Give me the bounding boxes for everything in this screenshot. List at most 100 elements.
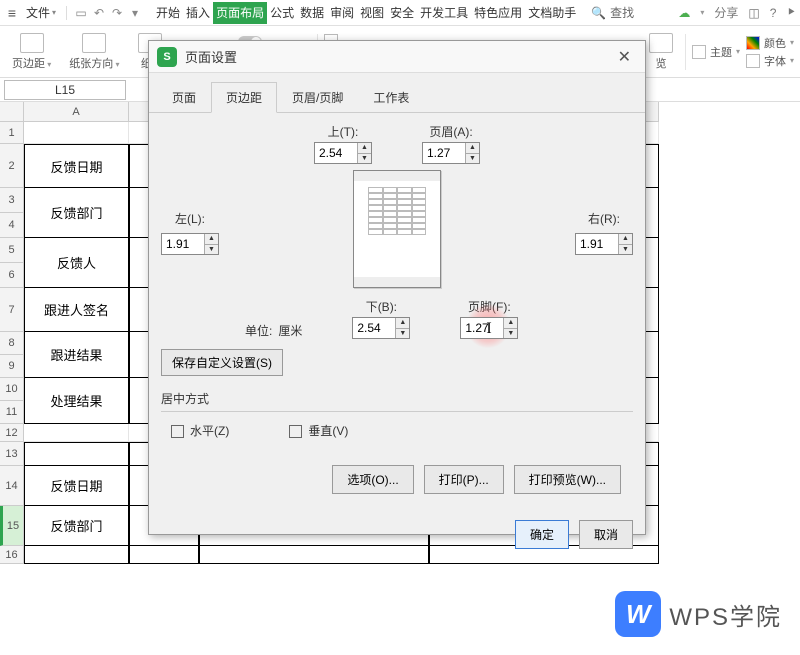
- search-button[interactable]: 🔍 查找: [591, 4, 634, 21]
- cell[interactable]: [24, 546, 129, 564]
- center-horizontal-checkbox[interactable]: 水平(Z): [171, 422, 229, 439]
- tab-审阅[interactable]: 审阅: [327, 2, 357, 24]
- tab-文档助手[interactable]: 文档助手: [525, 2, 579, 24]
- dialog-tab-工作表[interactable]: 工作表: [358, 82, 424, 113]
- file-menu[interactable]: 文件: [22, 2, 60, 23]
- row-header-15[interactable]: 15: [0, 506, 24, 546]
- cell[interactable]: 处理结果: [24, 378, 129, 424]
- spin-up-icon[interactable]: ▲: [396, 318, 409, 329]
- tab-插入[interactable]: 插入: [183, 2, 213, 24]
- margins-button[interactable]: 页边距: [6, 31, 57, 73]
- tab-安全[interactable]: 安全: [387, 2, 417, 24]
- row-header-9[interactable]: 9: [0, 355, 24, 378]
- spin-down-icon[interactable]: ▼: [619, 245, 632, 255]
- margin-left-value[interactable]: [162, 234, 204, 254]
- cell[interactable]: 反馈部门: [24, 188, 129, 238]
- spin-up-icon[interactable]: ▲: [358, 143, 371, 154]
- column-header-A[interactable]: A: [24, 102, 129, 122]
- margin-top-input[interactable]: ▲▼: [314, 142, 372, 164]
- tab-公式[interactable]: 公式: [267, 2, 297, 24]
- spin-down-icon[interactable]: ▼: [358, 154, 371, 164]
- center-vertical-checkbox[interactable]: 垂直(V): [289, 422, 348, 439]
- margin-right-value[interactable]: [576, 234, 618, 254]
- spin-up-icon[interactable]: ▲: [466, 143, 479, 154]
- tab-特色应用[interactable]: 特色应用: [471, 2, 525, 24]
- dialog-tab-页边距[interactable]: 页边距: [211, 82, 277, 113]
- row-header-6[interactable]: 6: [0, 263, 24, 288]
- margin-bottom-input[interactable]: ▲▼: [352, 317, 410, 339]
- orientation-button[interactable]: 纸张方向: [63, 31, 125, 73]
- share-button[interactable]: 分享: [714, 4, 738, 21]
- cell[interactable]: [24, 442, 129, 466]
- row-header-1[interactable]: 1: [0, 122, 24, 144]
- row-header-12[interactable]: 12: [0, 424, 24, 442]
- row-header-14[interactable]: 14: [0, 466, 24, 506]
- spin-up-icon[interactable]: ▲: [205, 234, 218, 245]
- hamburger-icon[interactable]: ≡: [4, 5, 20, 21]
- cloud-sync-icon[interactable]: ☁: [678, 6, 690, 20]
- center-v-label: 垂直(V): [308, 424, 348, 438]
- margin-header-input[interactable]: ▲▼: [422, 142, 480, 164]
- font-button[interactable]: 字体▾: [746, 53, 794, 69]
- ok-button[interactable]: 确定: [515, 520, 569, 549]
- row-header-11[interactable]: 11: [0, 401, 24, 424]
- cell[interactable]: 反馈日期: [24, 466, 129, 506]
- options-button[interactable]: 选项(O)...: [332, 465, 413, 494]
- save-custom-button[interactable]: 保存自定义设置(S): [161, 349, 283, 376]
- row-header-3[interactable]: 3: [0, 188, 24, 213]
- print-preview-button[interactable]: 打印预览(W)...: [514, 465, 621, 494]
- theme-button[interactable]: 主题▾: [692, 44, 740, 60]
- close-button[interactable]: ✕: [612, 45, 637, 69]
- margin-top-value[interactable]: [315, 143, 357, 163]
- row-header-5[interactable]: 5: [0, 238, 24, 263]
- preview-button[interactable]: 览: [643, 31, 679, 73]
- qat-save-icon[interactable]: ▭: [73, 5, 89, 21]
- select-all-corner[interactable]: [0, 102, 24, 122]
- margin-footer-input[interactable]: ▲▼: [460, 317, 518, 339]
- qat-redo-icon[interactable]: ↷: [109, 5, 125, 21]
- cell[interactable]: [24, 122, 129, 144]
- tab-页面布局[interactable]: 页面布局: [213, 2, 267, 24]
- spin-up-icon[interactable]: ▲: [504, 318, 517, 329]
- cell[interactable]: 反馈日期: [24, 144, 129, 188]
- margin-bottom-value[interactable]: [353, 318, 395, 338]
- cell[interactable]: 反馈人: [24, 238, 129, 288]
- row-header-13[interactable]: 13: [0, 442, 24, 466]
- spin-up-icon[interactable]: ▲: [619, 234, 632, 245]
- margin-footer-value[interactable]: [461, 318, 503, 338]
- margin-header-value[interactable]: [423, 143, 465, 163]
- help-button[interactable]: ?: [770, 6, 777, 20]
- cell[interactable]: 跟进人签名: [24, 288, 129, 332]
- row-header-10[interactable]: 10: [0, 378, 24, 401]
- row-header-2[interactable]: 2: [0, 144, 24, 188]
- cloud-dropdown-icon[interactable]: ▾: [700, 8, 704, 17]
- tab-视图[interactable]: 视图: [357, 2, 387, 24]
- color-button[interactable]: 颜色▾: [746, 35, 794, 51]
- name-box[interactable]: L15: [4, 80, 126, 100]
- tab-开发工具[interactable]: 开发工具: [417, 2, 471, 24]
- cell[interactable]: 跟进结果: [24, 332, 129, 378]
- margins-label: 页边距: [12, 55, 51, 71]
- cell[interactable]: [24, 424, 129, 442]
- dialog-tab-页面[interactable]: 页面: [157, 82, 211, 113]
- qat-dropdown-icon[interactable]: ▾: [127, 5, 143, 21]
- chevron-icon[interactable]: ⯈: [786, 5, 796, 20]
- cell[interactable]: 反馈部门: [24, 506, 129, 546]
- margin-left-input[interactable]: ▲▼: [161, 233, 219, 255]
- spin-down-icon[interactable]: ▼: [396, 329, 409, 339]
- tab-数据[interactable]: 数据: [297, 2, 327, 24]
- user-icon[interactable]: ◫: [748, 6, 759, 20]
- row-header-7[interactable]: 7: [0, 288, 24, 332]
- cancel-button[interactable]: 取消: [579, 520, 633, 549]
- dialog-tab-页眉/页脚[interactable]: 页眉/页脚: [277, 82, 358, 113]
- spin-down-icon[interactable]: ▼: [504, 329, 517, 339]
- spin-down-icon[interactable]: ▼: [205, 245, 218, 255]
- tab-开始[interactable]: 开始: [153, 2, 183, 24]
- print-button[interactable]: 打印(P)...: [424, 465, 504, 494]
- spin-down-icon[interactable]: ▼: [466, 154, 479, 164]
- margin-right-input[interactable]: ▲▼: [575, 233, 633, 255]
- row-header-8[interactable]: 8: [0, 332, 24, 355]
- row-header-4[interactable]: 4: [0, 213, 24, 238]
- row-header-16[interactable]: 16: [0, 546, 24, 564]
- qat-undo-icon[interactable]: ↶: [91, 5, 107, 21]
